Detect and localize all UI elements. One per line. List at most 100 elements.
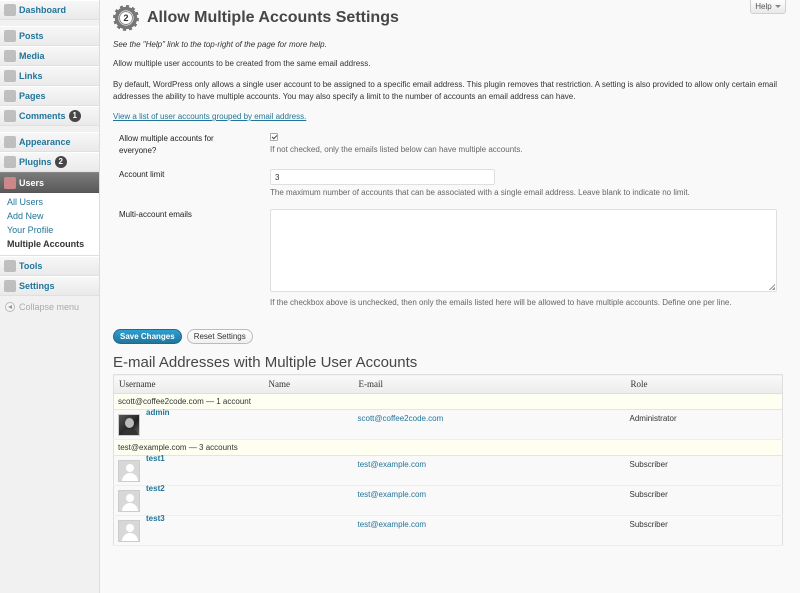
limit-label: Account limit bbox=[119, 170, 165, 179]
group-label: scott@coffee2code.com — 1 account bbox=[113, 393, 783, 410]
main-content: 2 Allow Multiple Accounts Settings See t… bbox=[113, 0, 785, 546]
emails-label: Multi-account emails bbox=[119, 210, 192, 219]
plugins-count-badge: 2 bbox=[54, 156, 67, 168]
appearance-icon bbox=[4, 136, 16, 148]
allow-label: Allow multiple accounts for everyone? bbox=[119, 134, 214, 155]
sidebar-item-label: Posts bbox=[19, 31, 44, 41]
submenu-your-profile[interactable]: Your Profile bbox=[0, 223, 99, 237]
submenu-add-new[interactable]: Add New bbox=[0, 209, 99, 223]
save-changes-button[interactable]: Save Changes bbox=[113, 329, 182, 344]
page-title: Allow Multiple Accounts Settings bbox=[147, 9, 399, 26]
form-buttons: Save Changes Reset Settings bbox=[113, 329, 785, 344]
settings-icon bbox=[4, 280, 16, 292]
plugin-icon bbox=[4, 156, 16, 168]
emails-row: Multi-account emails If the checkbox abo… bbox=[113, 209, 785, 309]
role-cell: Subscriber bbox=[629, 490, 668, 499]
view-grouped-accounts-link[interactable]: View a list of user accounts grouped by … bbox=[113, 112, 306, 121]
sidebar-item-comments[interactable]: Comments 1 bbox=[0, 106, 99, 126]
sidebar-item-plugins[interactable]: Plugins 2 bbox=[0, 152, 99, 172]
sidebar-item-users[interactable]: Users bbox=[0, 172, 99, 193]
table-row: test1 test@example.com Subscriber bbox=[113, 454, 783, 486]
collapse-arrow-icon bbox=[5, 302, 15, 312]
table-header-row: Username Name E-mail Role bbox=[113, 374, 783, 394]
dashboard-icon bbox=[4, 4, 16, 16]
settings-gear-icon: 2 bbox=[113, 5, 139, 31]
users-icon bbox=[4, 176, 16, 189]
account-limit-input[interactable] bbox=[270, 169, 495, 185]
avatar bbox=[118, 413, 140, 436]
multi-account-emails-textarea[interactable] bbox=[270, 209, 777, 292]
role-cell: Subscriber bbox=[629, 460, 668, 469]
sidebar-item-label: Pages bbox=[19, 91, 46, 101]
tools-icon bbox=[4, 260, 16, 272]
help-hint: See the "Help" link to the top-right of … bbox=[113, 40, 327, 49]
link-icon bbox=[4, 70, 16, 82]
submenu-all-users[interactable]: All Users bbox=[0, 195, 99, 209]
table-row: admin scott@coffee2code.com Administrato… bbox=[113, 408, 783, 440]
sidebar-item-label: Media bbox=[19, 51, 45, 61]
comments-count-badge: 1 bbox=[68, 110, 81, 122]
username-link[interactable]: test3 bbox=[146, 514, 165, 523]
sidebar-item-label: Settings bbox=[19, 281, 55, 291]
username-link[interactable]: test2 bbox=[146, 484, 165, 493]
collapse-menu-label: Collapse menu bbox=[19, 302, 80, 312]
sidebar-item-links[interactable]: Links bbox=[0, 66, 99, 86]
email-link[interactable]: scott@coffee2code.com bbox=[358, 414, 444, 423]
column-email[interactable]: E-mail bbox=[353, 374, 626, 394]
sidebar-item-media[interactable]: Media bbox=[0, 46, 99, 66]
name-cell bbox=[263, 409, 354, 440]
sidebar-item-label: Dashboard bbox=[19, 5, 67, 15]
admin-sidebar: Dashboard Posts Media Links Pages Commen… bbox=[0, 0, 100, 593]
sidebar-item-dashboard[interactable]: Dashboard bbox=[0, 0, 99, 20]
limit-description: The maximum number of accounts that can … bbox=[270, 188, 690, 197]
name-cell bbox=[263, 485, 354, 516]
sidebar-item-pages[interactable]: Pages bbox=[0, 86, 99, 106]
settings-form: Allow multiple accounts for everyone? If… bbox=[113, 133, 785, 309]
sidebar-item-tools[interactable]: Tools bbox=[0, 256, 99, 276]
pin-icon bbox=[4, 30, 16, 42]
table-row: test3 test@example.com Subscriber bbox=[113, 514, 783, 546]
resize-grip-icon[interactable] bbox=[769, 284, 775, 290]
group-row: test@example.com — 3 accounts bbox=[113, 439, 783, 456]
name-cell bbox=[263, 515, 354, 546]
media-icon bbox=[4, 50, 16, 62]
group-label: test@example.com — 3 accounts bbox=[113, 439, 783, 456]
sidebar-item-appearance[interactable]: Appearance bbox=[0, 132, 99, 152]
intro-paragraph: Allow multiple user accounts to be creat… bbox=[113, 59, 371, 68]
email-link[interactable]: test@example.com bbox=[358, 490, 427, 499]
column-username[interactable]: Username bbox=[113, 374, 264, 394]
column-name[interactable]: Name bbox=[263, 374, 354, 394]
name-cell bbox=[263, 455, 354, 486]
allow-row: Allow multiple accounts for everyone? If… bbox=[113, 133, 785, 161]
email-link[interactable]: test@example.com bbox=[358, 520, 427, 529]
sidebar-item-label: Plugins bbox=[19, 157, 52, 167]
sidebar-item-label: Comments bbox=[19, 111, 66, 121]
sidebar-item-label: Tools bbox=[19, 261, 43, 271]
limit-row: Account limit The maximum number of acco… bbox=[113, 169, 785, 199]
description-paragraph: By default, WordPress only allows a sing… bbox=[113, 80, 778, 101]
allow-multiple-checkbox[interactable] bbox=[270, 133, 278, 141]
comment-icon bbox=[4, 110, 16, 122]
username-link[interactable]: admin bbox=[146, 408, 170, 417]
avatar bbox=[118, 519, 140, 542]
sidebar-item-label: Links bbox=[19, 71, 43, 81]
sidebar-item-posts[interactable]: Posts bbox=[0, 26, 99, 46]
sidebar-item-label: Users bbox=[19, 177, 45, 188]
users-submenu: All Users Add New Your Profile Multiple … bbox=[0, 193, 99, 256]
column-role[interactable]: Role bbox=[625, 374, 783, 394]
sidebar-item-settings[interactable]: Settings bbox=[0, 276, 99, 296]
username-link[interactable]: test1 bbox=[146, 454, 165, 463]
role-cell: Subscriber bbox=[629, 520, 668, 529]
avatar bbox=[118, 459, 140, 482]
reset-settings-button[interactable]: Reset Settings bbox=[186, 329, 253, 344]
table-row: test2 test@example.com Subscriber bbox=[113, 484, 783, 516]
sidebar-item-label: Appearance bbox=[19, 137, 71, 147]
email-link[interactable]: test@example.com bbox=[358, 460, 427, 469]
group-row: scott@coffee2code.com — 1 account bbox=[113, 393, 783, 410]
submenu-multiple-accounts[interactable]: Multiple Accounts bbox=[0, 237, 99, 251]
avatar bbox=[118, 489, 140, 512]
page-icon bbox=[4, 90, 16, 102]
collapse-menu[interactable]: Collapse menu bbox=[0, 296, 99, 318]
page-header: 2 Allow Multiple Accounts Settings bbox=[113, 0, 785, 34]
accounts-table: Username Name E-mail Role scott@coffee2c… bbox=[113, 374, 783, 546]
